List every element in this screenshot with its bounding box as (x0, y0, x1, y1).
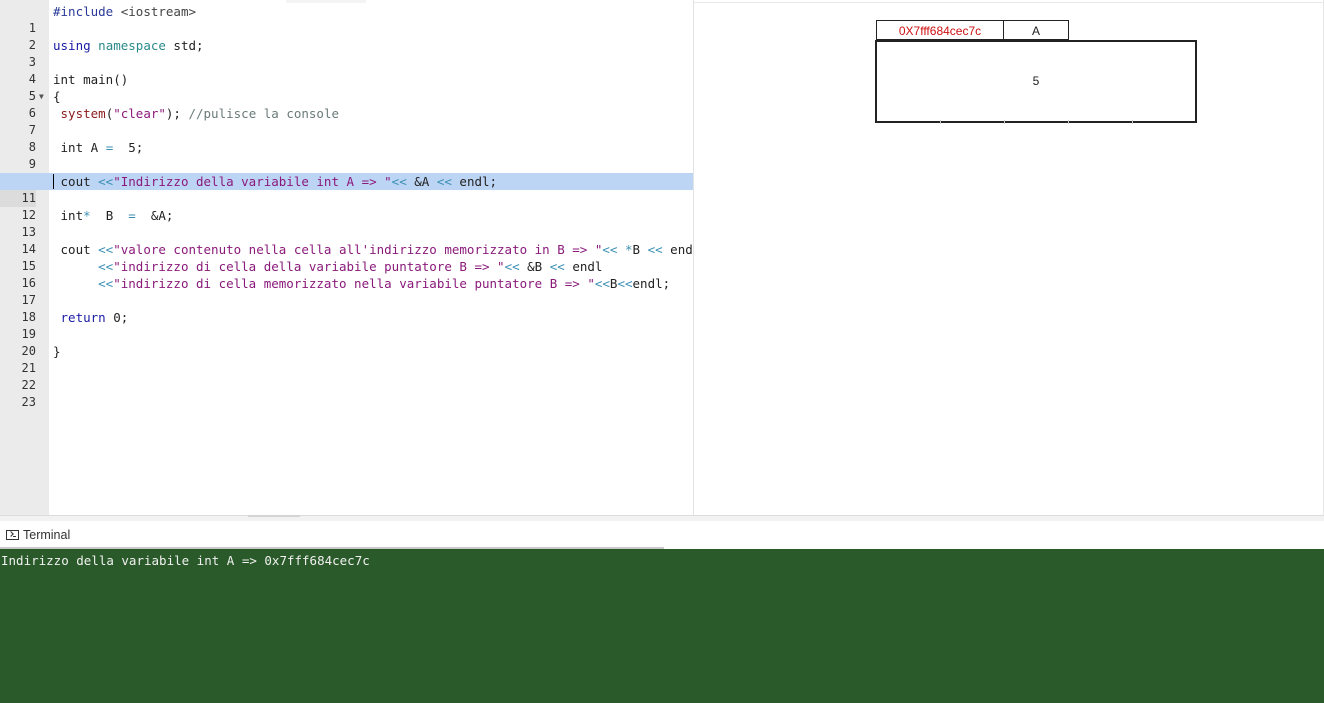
terminal-output-line: Indirizzo della variabile int A => 0x7ff… (1, 553, 370, 568)
code-line-3[interactable]: 3 using namespace std; (0, 37, 694, 69)
line-number: 23 (21, 395, 36, 409)
code-line-7[interactable]: 7 system("clear"); //pulisce la console (0, 105, 694, 137)
splitter-grip[interactable] (248, 515, 300, 517)
terminal-title: Terminal (23, 528, 71, 542)
code-line-18[interactable]: 18 (0, 292, 694, 324)
terminal-icon (6, 530, 19, 540)
memory-cell-value: 5 (875, 40, 1197, 123)
code-line-6[interactable]: 6 ▼ { (0, 88, 694, 120)
code-line-2[interactable]: 2 (0, 20, 694, 52)
code-line-16[interactable]: 16 <<"indirizzo di cella della variabile… (0, 258, 694, 290)
memory-cell-address: 0X7fff684cec7c (876, 20, 1004, 40)
cell-tick (1004, 120, 1005, 124)
cell-tick (1132, 120, 1133, 124)
code-line-14[interactable]: 14 (0, 224, 694, 256)
code-line-13[interactable]: 13 int* B = &A; (0, 207, 694, 239)
code-line-19[interactable]: 19 return 0; (0, 309, 694, 341)
cell-tick (1068, 120, 1069, 124)
cell-tick (940, 120, 941, 124)
code-lines[interactable]: 1 #include <iostream> 2 3 using namespac… (0, 3, 694, 409)
code-editor[interactable]: 1 #include <iostream> 2 3 using namespac… (0, 0, 694, 515)
code-line-4[interactable]: 4 (0, 54, 694, 86)
fold-arrow-icon[interactable]: ▼ (39, 88, 44, 105)
code-line-9[interactable]: 9 int A = 5; (0, 139, 694, 171)
code-line-22[interactable]: 22 (0, 360, 694, 392)
pane-border (694, 2, 1324, 3)
code-line-11-active[interactable]: 11 cout <<"Indirizzo della variabile int… (0, 173, 693, 207)
code-line-12[interactable]: 12 (0, 190, 694, 222)
terminal-output-panel[interactable]: Indirizzo della variabile int A => 0x7ff… (0, 549, 1324, 703)
code-line-10[interactable]: 10 (0, 156, 694, 188)
memory-cell-variable-name: A (1003, 20, 1069, 40)
code-line-5[interactable]: 5 int main() (0, 71, 694, 103)
code-line-20[interactable]: 20 (0, 326, 694, 358)
code-line-15[interactable]: 15 cout <<"valore contenuto nella cella … (0, 241, 694, 273)
code-line-1[interactable]: 1 #include <iostream> (0, 3, 694, 35)
code-line-17[interactable]: 17 <<"indirizzo di cella memorizzato nel… (0, 275, 694, 307)
terminal-header: Terminal (0, 521, 1324, 549)
code-line-8[interactable]: 8 (0, 122, 694, 154)
code-line-23[interactable]: 23 (0, 377, 694, 409)
code-line-21[interactable]: 21 } (0, 343, 694, 375)
